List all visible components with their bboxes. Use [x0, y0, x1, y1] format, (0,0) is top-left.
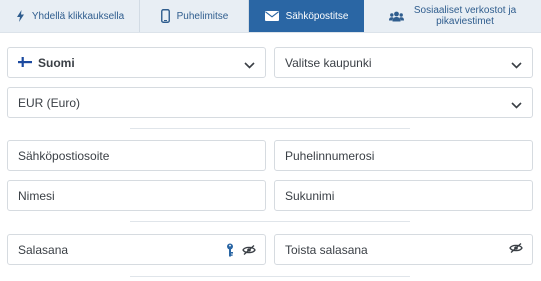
surname-placeholder: Sukunimi: [285, 188, 335, 203]
tab-label-line1: Sosiaaliset verkostot ja: [413, 5, 517, 16]
eye-slash-icon[interactable]: [242, 245, 256, 255]
tab-phone[interactable]: Puhelimitse: [140, 0, 249, 32]
currency-select[interactable]: EUR (Euro): [7, 87, 533, 118]
phone-field[interactable]: Puhelinnumerosi: [274, 140, 533, 171]
city-select[interactable]: Valitse kaupunki: [274, 47, 533, 78]
section-divider: [130, 221, 410, 222]
envelope-icon: [264, 11, 279, 21]
email-field[interactable]: Sähköpostiosoite: [7, 140, 266, 171]
name-field[interactable]: Nimesi: [7, 180, 266, 211]
tab-label-line2: pikaviestimet: [436, 16, 494, 27]
lightning-icon: [16, 10, 25, 22]
chevron-down-icon: [511, 98, 522, 112]
name-placeholder: Nimesi: [18, 188, 55, 203]
country-value: Suomi: [38, 55, 75, 70]
tab-one-click[interactable]: Yhdellä klikkauksella: [0, 0, 140, 32]
password-field[interactable]: Salasana: [7, 234, 266, 265]
tab-label: Sosiaaliset verkostot ja pikaviestimet: [414, 5, 516, 27]
tab-label: Puhelimitse: [176, 10, 229, 22]
email-placeholder: Sähköpostiosoite: [18, 148, 110, 163]
chevron-down-icon: [511, 58, 522, 72]
tab-email[interactable]: Sähköpostitse: [249, 0, 364, 32]
key-icon[interactable]: [226, 243, 234, 257]
surname-field[interactable]: Sukunimi: [274, 180, 533, 211]
currency-value: EUR (Euro): [18, 95, 81, 110]
section-divider: [130, 276, 410, 277]
finland-flag-icon: [18, 56, 32, 70]
chevron-down-icon: [244, 58, 255, 72]
city-placeholder: Valitse kaupunki: [285, 55, 372, 70]
tab-label: Yhdellä klikkauksella: [31, 10, 125, 22]
eye-slash-icon[interactable]: [509, 243, 523, 253]
tab-social[interactable]: Sosiaaliset verkostot ja pikaviestimet: [364, 0, 541, 32]
phone-icon: [160, 9, 170, 23]
repeat-password-placeholder: Toista salasana: [285, 242, 368, 257]
tab-label: Sähköpostitse: [285, 10, 349, 22]
section-divider: [130, 128, 410, 129]
repeat-password-field[interactable]: Toista salasana: [274, 234, 533, 265]
phone-placeholder: Puhelinnumerosi: [285, 148, 375, 163]
registration-tabs: Yhdellä klikkauksella Puhelimitse Sähköp…: [0, 0, 541, 33]
users-icon: [388, 11, 404, 22]
country-select[interactable]: Suomi: [7, 47, 266, 78]
